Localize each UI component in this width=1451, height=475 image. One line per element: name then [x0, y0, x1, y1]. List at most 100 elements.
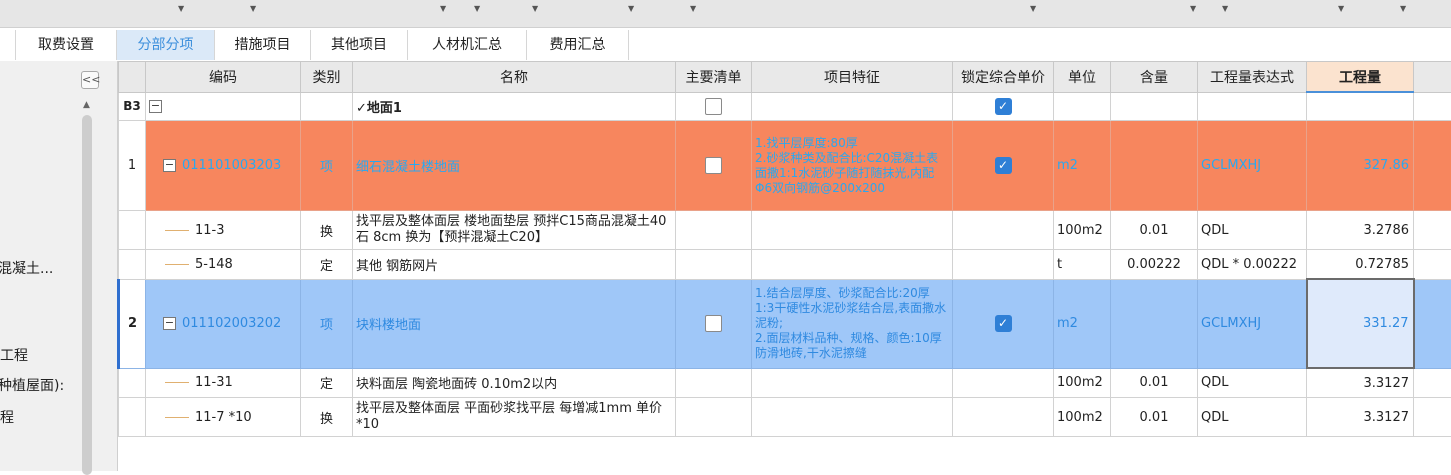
scrollbar-thumb[interactable] [82, 115, 92, 475]
dropdown-arrow-icon[interactable]: ▼ [440, 4, 446, 13]
dropdown-arrow-icon[interactable]: ▼ [474, 4, 480, 13]
table-row[interactable]: 1 −011101003203 项 细石混凝土楼地面 1.找平层厚度:80厚 2… [119, 121, 1451, 211]
name-cell[interactable]: 其他 钢筋网片 [353, 250, 676, 280]
checkbox-unchecked-icon[interactable] [705, 315, 722, 332]
expr-cell[interactable]: GCLMXHJ [1198, 279, 1307, 368]
content-cell[interactable]: 0.00222 [1111, 250, 1198, 280]
dropdown-arrow-icon[interactable]: ▼ [1400, 4, 1406, 13]
content-cell[interactable] [1111, 121, 1198, 211]
collapse-panel-button[interactable]: << [81, 71, 99, 89]
name-cell[interactable]: 找平层及整体面层 平面砂浆找平层 每增减1mm 单价*10 [353, 398, 676, 437]
name-cell[interactable]: ✓地面1 [353, 92, 676, 121]
dropdown-arrow-icon[interactable]: ▼ [250, 4, 256, 13]
lock-price-cell[interactable] [953, 211, 1054, 250]
feature-cell[interactable]: 1.结合层厚度、砂浆配合比:20厚1:3干硬性水泥砂浆结合层,表面撒水泥粉; 2… [752, 279, 953, 368]
dropdown-arrow-icon[interactable]: ▼ [178, 4, 184, 13]
unit-cell[interactable]: 100m2 [1054, 211, 1111, 250]
tree-item[interactable]: 程 [0, 407, 14, 427]
tab-labor-material-summary[interactable]: 人材机汇总 [408, 30, 527, 60]
type-cell[interactable]: 换 [301, 211, 353, 250]
lock-price-cell[interactable] [953, 250, 1054, 280]
lock-price-checkbox[interactable]: ✓ [953, 92, 1054, 121]
tab-measures[interactable]: 措施项目 [215, 30, 311, 60]
table-row[interactable]: 11-7 *10 换 找平层及整体面层 平面砂浆找平层 每增减1mm 单价*10… [119, 398, 1451, 437]
checkbox-unchecked-icon[interactable] [705, 157, 722, 174]
code-cell[interactable]: −011102003202 [146, 279, 301, 368]
type-cell[interactable]: 定 [301, 368, 353, 398]
collapse-toggle-icon[interactable]: − [163, 317, 176, 330]
quantity-cell-selected[interactable]: 331.27 [1307, 279, 1414, 368]
main-list-cell[interactable] [676, 250, 752, 280]
main-list-checkbox[interactable] [676, 92, 752, 121]
collapse-toggle-icon[interactable]: − [149, 100, 162, 113]
content-cell[interactable] [1111, 92, 1198, 121]
unit-cell[interactable]: m2 [1054, 121, 1111, 211]
lock-price-checkbox[interactable]: ✓ [953, 121, 1054, 211]
type-cell[interactable] [301, 92, 353, 121]
header-quantity[interactable]: 工程量 [1307, 62, 1414, 93]
content-cell[interactable] [1111, 279, 1198, 368]
header-lock-price[interactable]: 锁定综合单价 [953, 62, 1054, 93]
dropdown-arrow-icon[interactable]: ▼ [690, 4, 696, 13]
tree-item[interactable]: 种植屋面): [0, 375, 64, 395]
expr-cell[interactable]: GCLMXHJ [1198, 121, 1307, 211]
dropdown-arrow-icon[interactable]: ▼ [1222, 4, 1228, 13]
lock-price-checkbox[interactable]: ✓ [953, 279, 1054, 368]
scroll-up-icon[interactable]: ▲ [83, 100, 90, 110]
content-cell[interactable]: 0.01 [1111, 211, 1198, 250]
code-cell[interactable]: 11-3 [146, 211, 301, 250]
quantity-cell[interactable]: 3.2786 [1307, 211, 1414, 250]
feature-cell[interactable] [752, 250, 953, 280]
expr-cell[interactable]: QDL [1198, 368, 1307, 398]
main-list-cell[interactable] [676, 211, 752, 250]
header-content[interactable]: 含量 [1111, 62, 1198, 93]
lock-price-cell[interactable] [953, 398, 1054, 437]
header-unit[interactable]: 单位 [1054, 62, 1111, 93]
code-cell[interactable]: 5-148 [146, 250, 301, 280]
unit-cell[interactable]: t [1054, 250, 1111, 280]
header-qty-expr[interactable]: 工程量表达式 [1198, 62, 1307, 93]
checkbox-checked-icon[interactable]: ✓ [995, 98, 1012, 115]
feature-cell[interactable] [752, 211, 953, 250]
dropdown-arrow-icon[interactable]: ▼ [1338, 4, 1344, 13]
quantity-cell[interactable]: 3.3127 [1307, 368, 1414, 398]
quantity-cell[interactable] [1307, 92, 1414, 121]
expr-cell[interactable] [1198, 92, 1307, 121]
type-cell[interactable]: 定 [301, 250, 353, 280]
type-cell[interactable]: 项 [301, 121, 353, 211]
tab-fee-summary[interactable]: 费用汇总 [527, 30, 629, 60]
expr-cell[interactable]: QDL * 0.00222 [1198, 250, 1307, 280]
header-type[interactable]: 类别 [301, 62, 353, 93]
table-row[interactable]: 11-3 换 找平层及整体面层 楼地面垫层 预拌C15商品混凝土40石 8cm … [119, 211, 1451, 250]
table-row[interactable]: 2 −011102003202 项 块料楼地面 1.结合层厚度、砂浆配合比:20… [119, 279, 1451, 368]
header-main-list[interactable]: 主要清单 [676, 62, 752, 93]
tab-fee-settings[interactable]: 取费设置 [15, 30, 117, 60]
tab-sections[interactable]: 分部分项 [117, 30, 215, 60]
unit-cell[interactable] [1054, 92, 1111, 121]
feature-cell[interactable] [752, 398, 953, 437]
checkbox-checked-icon[interactable]: ✓ [995, 315, 1012, 332]
table-row[interactable]: 11-31 定 块料面层 陶瓷地面砖 0.10m2以内 100m2 0.01 Q… [119, 368, 1451, 398]
tree-item[interactable]: 混凝土... [0, 258, 53, 278]
unit-cell[interactable]: m2 [1054, 279, 1111, 368]
table-row[interactable]: B3 − ✓地面1 ✓ [119, 92, 1451, 121]
header-code[interactable]: 编码 [146, 62, 301, 93]
main-list-cell[interactable] [676, 368, 752, 398]
quantity-cell[interactable]: 327.86 [1307, 121, 1414, 211]
collapse-toggle-icon[interactable]: − [163, 159, 176, 172]
main-list-checkbox[interactable] [676, 279, 752, 368]
header-name[interactable]: 名称 [353, 62, 676, 93]
left-panel-scrollbar[interactable]: ▲ [80, 97, 94, 471]
unit-cell[interactable]: 100m2 [1054, 368, 1111, 398]
checkbox-checked-icon[interactable]: ✓ [995, 157, 1012, 174]
content-cell[interactable]: 0.01 [1111, 398, 1198, 437]
name-cell[interactable]: 细石混凝土楼地面 [353, 121, 676, 211]
dropdown-arrow-icon[interactable]: ▼ [1030, 4, 1036, 13]
type-cell[interactable]: 换 [301, 398, 353, 437]
code-cell[interactable]: 11-31 [146, 368, 301, 398]
code-cell[interactable]: 11-7 *10 [146, 398, 301, 437]
lock-price-cell[interactable] [953, 368, 1054, 398]
table-row[interactable]: 5-148 定 其他 钢筋网片 t 0.00222 QDL * 0.00222 … [119, 250, 1451, 280]
dropdown-arrow-icon[interactable]: ▼ [628, 4, 634, 13]
main-list-checkbox[interactable] [676, 121, 752, 211]
